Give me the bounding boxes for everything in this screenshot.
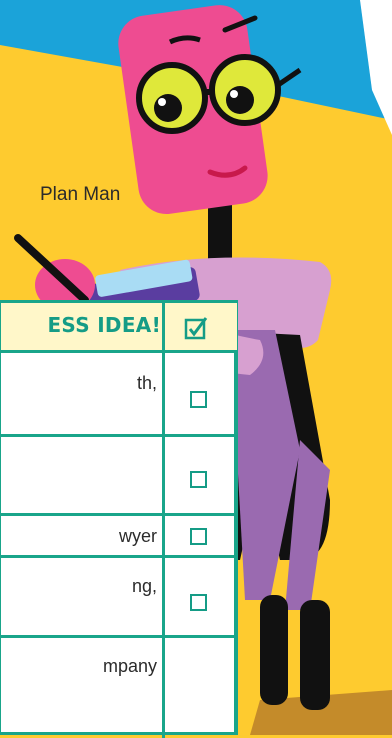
row-checkbox[interactable] [190, 471, 207, 488]
row-text: ng, [131, 576, 157, 596]
row-text: th, [136, 373, 157, 393]
row-checkbox[interactable] [190, 528, 207, 545]
character-label: Plan Man [40, 184, 121, 205]
checklist-row [1, 434, 237, 513]
business-idea-checklist: ESS IDEA! th, wyer ng, mpany [0, 300, 238, 738]
row-checkbox[interactable] [190, 391, 207, 408]
checklist-row: th, [1, 350, 237, 434]
row-text: mpany [102, 656, 157, 676]
checklist-header: ESS IDEA! [1, 303, 237, 350]
row-text: wyer [118, 526, 157, 546]
checklist-row: wyer [1, 513, 237, 555]
row-checkbox[interactable] [190, 594, 207, 611]
checked-box-icon [184, 317, 208, 340]
checklist-row: mpany [1, 635, 237, 735]
checklist-row: ng, [1, 555, 237, 635]
checklist-title: ESS IDEA! [47, 313, 161, 337]
